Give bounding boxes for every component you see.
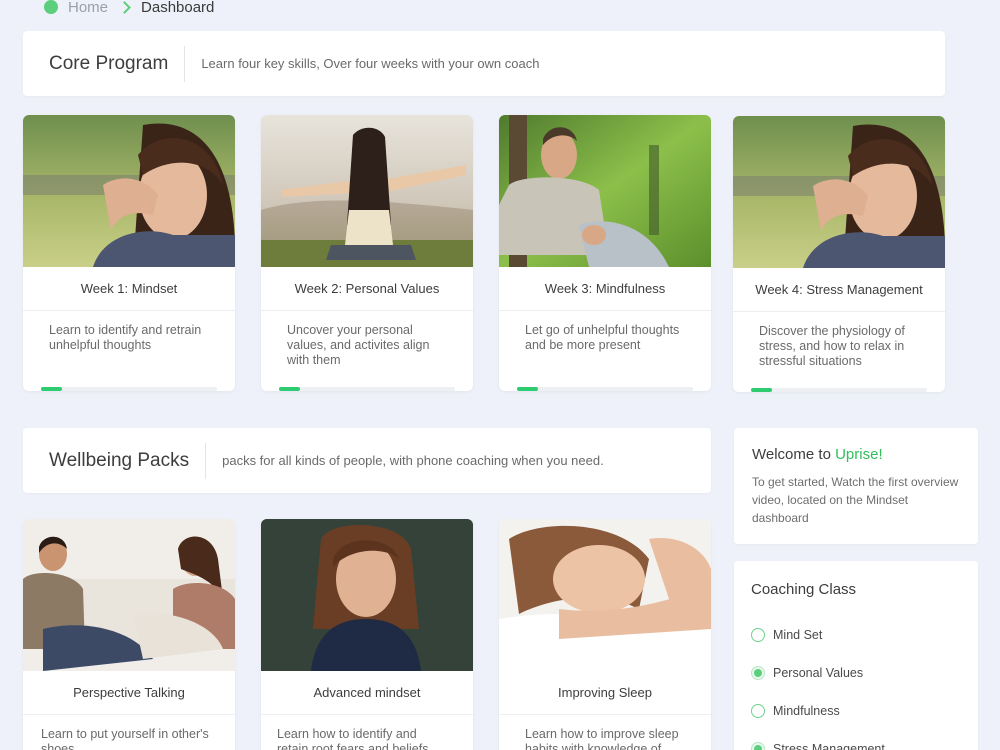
coaching-item-label: Mind Set <box>773 628 823 642</box>
week-card-title: Week 4: Stress Management <box>733 268 945 312</box>
welcome-title: Welcome to Uprise! <box>734 428 978 463</box>
progress-fill <box>279 387 301 391</box>
week-progress-bar <box>41 387 217 391</box>
pack-card-title: Advanced mindset <box>261 671 473 715</box>
coaching-class-card: Coaching Class Mind Set Personal Values … <box>734 561 978 750</box>
pack-card-title: Improving Sleep <box>499 671 711 715</box>
man-relaxing-photo <box>499 115 711 267</box>
week-card-3[interactable]: Week 3: Mindfulness Let go of unhelpful … <box>499 115 711 391</box>
core-program-header: Core Program Learn four key skills, Over… <box>23 31 945 96</box>
week-card-1[interactable]: Week 1: Mindset Learn to identify and re… <box>23 115 235 391</box>
section-title: Wellbeing Packs <box>49 449 190 471</box>
progress-fill <box>41 387 63 391</box>
coaching-item-label: Personal Values <box>773 666 864 680</box>
coaching-item-label: Mindfulness <box>773 704 840 718</box>
coaching-item-label: Stress Management <box>773 742 885 750</box>
week-card-title: Week 1: Mindset <box>23 267 235 311</box>
week-card-4[interactable]: Week 4: Stress Management Discover the p… <box>733 116 945 392</box>
coaching-class-list: Mind Set Personal Values Mindfulness Str… <box>734 598 978 750</box>
pack-card-description: Learn to put yourself in other's shoes <box>41 727 209 750</box>
week-card-description: Learn to identify and retrain unhelpful … <box>49 323 202 352</box>
pack-card-1[interactable]: Perspective Talking Learn to put yoursel… <box>23 519 235 750</box>
week-card-description: Discover the physiology of stress, and h… <box>759 324 905 368</box>
progress-fill <box>517 387 539 391</box>
radio-unchecked-icon[interactable] <box>751 628 765 642</box>
coaching-item-personal-values[interactable]: Personal Values <box>751 654 961 692</box>
breadcrumb-current: Dashboard <box>141 0 215 16</box>
brand-name: Uprise! <box>835 446 883 463</box>
radio-unchecked-icon[interactable] <box>751 704 765 718</box>
welcome-card: Welcome to Uprise! To get started, Watch… <box>734 428 978 544</box>
week-progress-bar <box>279 387 455 391</box>
welcome-prefix: Welcome to <box>752 446 836 463</box>
week-progress-bar <box>517 387 693 391</box>
week-card-title: Week 2: Personal Values <box>261 267 473 311</box>
girl-thinking-photo <box>261 519 473 671</box>
progress-fill <box>751 388 773 392</box>
week-progress-bar <box>751 388 927 392</box>
radio-dot <box>754 669 762 677</box>
week-card-description: Let go of unhelpful thoughts and be more… <box>525 323 680 352</box>
breadcrumb-home-link[interactable]: Home <box>68 0 108 16</box>
section-description: Learn four key skills, Over four weeks w… <box>201 56 540 71</box>
woman-arms-open-photo <box>261 115 473 267</box>
week-card-2[interactable]: Week 2: Personal Values Uncover your per… <box>261 115 473 391</box>
couple-talking-photo <box>23 519 235 671</box>
coaching-item-mindfulness[interactable]: Mindfulness <box>751 692 961 730</box>
week-card-title: Week 3: Mindfulness <box>499 267 711 311</box>
radio-checked-icon[interactable] <box>751 666 765 680</box>
pack-card-description: Learn how to identify and retain root fe… <box>277 727 429 750</box>
coaching-item-mind-set[interactable]: Mind Set <box>751 616 961 654</box>
home-dot-icon <box>44 0 58 14</box>
section-description: packs for all kinds of people, with phon… <box>222 453 604 468</box>
chevron-right-icon <box>118 0 131 14</box>
radio-dot <box>754 745 762 750</box>
welcome-text: To get started, Watch the first overview… <box>752 475 959 525</box>
woman-sleeping-photo <box>499 519 711 671</box>
pack-card-description: Learn how to improve sleep habits with k… <box>525 727 679 750</box>
coaching-class-title: Coaching Class <box>751 581 857 598</box>
breadcrumb: Home Dashboard <box>44 0 214 18</box>
woman-thinking-photo <box>23 115 235 267</box>
pack-card-2[interactable]: Advanced mindset Learn how to identify a… <box>261 519 473 750</box>
week-card-description: Uncover your personal values, and activi… <box>287 323 430 367</box>
radio-checked-icon[interactable] <box>751 742 765 750</box>
pack-card-title: Perspective Talking <box>23 671 235 715</box>
wellbeing-packs-header: Wellbeing Packs packs for all kinds of p… <box>23 428 711 493</box>
section-title: Core Program <box>49 52 169 74</box>
coaching-item-stress-management[interactable]: Stress Management <box>751 730 961 750</box>
woman-thinking-photo <box>733 116 945 268</box>
pack-card-3[interactable]: Improving Sleep Learn how to improve sle… <box>499 519 711 750</box>
